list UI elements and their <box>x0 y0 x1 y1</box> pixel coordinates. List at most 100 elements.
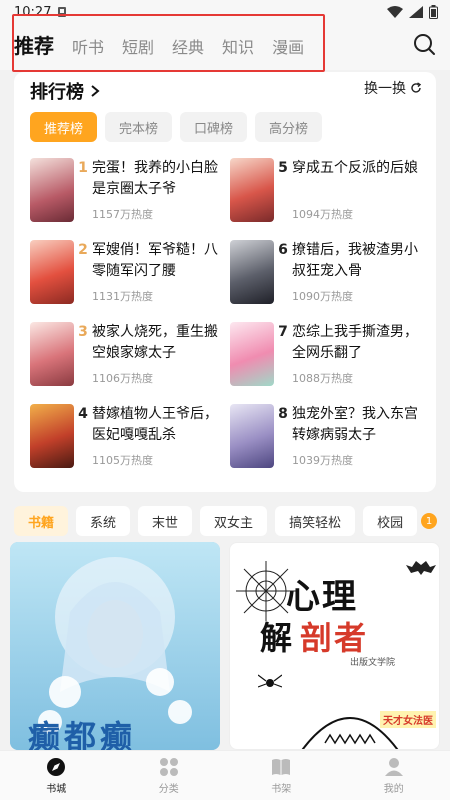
tab-recommend[interactable]: 推荐 <box>14 30 54 59</box>
ranking-title[interactable]: 排行榜 <box>30 78 100 104</box>
book-title: 恋综上我手撕渣男，全网乐翻了 <box>292 324 418 361</box>
book-info: 被家人烧死，重生搬空娘家嫁太子 1106万热度 <box>92 322 224 386</box>
book-item[interactable]: 1 完蛋！我养的小白脸是京圈太子爷 1157万热度 <box>30 158 230 222</box>
book-info: 独宠外室？我入东宫转嫁病弱太子 1039万热度 <box>292 404 424 468</box>
book-info: 撩错后，我被渣男小叔狂宠入骨 1090万热度 <box>292 240 424 304</box>
book-rank: 5 <box>278 160 288 176</box>
book-rank: 1 <box>78 160 88 176</box>
tab-comics[interactable]: 漫画 <box>272 34 304 58</box>
rank-tab-reputation[interactable]: 口碑榜 <box>180 112 248 142</box>
book-heat: 1131万热度 <box>92 290 153 303</box>
book-heat: 1039万热度 <box>292 454 353 467</box>
book-info: 军嫂俏！军爷糙！八零随军闪了腰 1131万热度 <box>92 240 224 304</box>
feed-right-author: 出版文学院 <box>350 658 396 668</box>
bottom-nav-profile[interactable]: 我的 <box>354 757 434 795</box>
book-title: 撩错后，我被渣男小叔狂宠入骨 <box>292 242 418 279</box>
category-badge: 1 <box>421 513 437 529</box>
feed-right-tag: 天才女法医 <box>380 711 436 728</box>
category-chip-system[interactable]: 系统 <box>76 506 131 536</box>
category-row: 书籍 系统 末世 双女主 搞笑轻松 校园 <box>14 506 450 536</box>
category-chip-comedy[interactable]: 搞笑轻松 <box>275 506 356 536</box>
book-cover <box>30 322 74 386</box>
grid-icon <box>159 757 178 776</box>
book-heat: 1157万热度 <box>92 208 153 221</box>
search-icon[interactable] <box>412 32 436 56</box>
tab-audiobook[interactable]: 听书 <box>72 34 104 58</box>
book-cover <box>230 322 274 386</box>
book-list: 1 完蛋！我养的小白脸是京圈太子爷 1157万热度 5 穿成五个反派的后娘 10… <box>30 158 430 468</box>
feed-right-title-c: 剖者 <box>300 619 369 657</box>
bottom-nav-bookstore[interactable]: 书城 <box>16 757 96 795</box>
category-chip-campus[interactable]: 校园 <box>363 506 418 536</box>
bottom-nav-bookshelf[interactable]: 书架 <box>241 757 321 795</box>
ranking-title-label: 排行榜 <box>30 82 84 103</box>
book-heat: 1090万热度 <box>292 290 353 303</box>
tab-knowledge[interactable]: 知识 <box>222 34 254 58</box>
feed-card[interactable]: 癫都癫 <box>10 542 220 750</box>
battery-icon <box>429 5 438 19</box>
bottom-nav-category[interactable]: 分类 <box>129 757 209 795</box>
feed-cover-text: 癫都癫 <box>28 718 137 750</box>
top-nav: 推荐 听书 短剧 经典 知识 漫画 <box>0 14 450 72</box>
user-icon <box>384 757 403 776</box>
ranking-card: 排行榜 换一换 推荐榜 完本榜 口碑榜 高分榜 1 完蛋！我养的小白脸是京圈太子… <box>14 72 436 492</box>
rank-tab-finished[interactable]: 完本榜 <box>105 112 173 142</box>
bottom-nav: 书城 分类 书架 我的 <box>0 750 450 800</box>
rank-tab-high-score[interactable]: 高分榜 <box>255 112 323 142</box>
book-info: 恋综上我手撕渣男，全网乐翻了 1088万热度 <box>292 322 424 386</box>
refresh-icon <box>411 82 422 93</box>
feed: 癫都癫 心理 解 剖者 出版文学院 天才女法医 <box>10 542 440 750</box>
rank-tab-recommend[interactable]: 推荐榜 <box>30 112 98 142</box>
book-heat: 1088万热度 <box>292 372 353 385</box>
book-heat: 1106万热度 <box>92 372 153 385</box>
category-chip-books[interactable]: 书籍 <box>14 506 69 536</box>
book-rank: 6 <box>278 242 288 258</box>
book-item[interactable]: 7 恋综上我手撕渣男，全网乐翻了 1088万热度 <box>230 322 430 386</box>
tab-short-drama[interactable]: 短剧 <box>122 34 154 58</box>
ranking-tabs: 推荐榜 完本榜 口碑榜 高分榜 <box>30 112 323 142</box>
bottom-nav-label: 我的 <box>383 783 404 795</box>
book-cover <box>30 240 74 304</box>
category-chip-dual-heroine[interactable]: 双女主 <box>200 506 268 536</box>
book-title: 穿成五个反派的后娘 <box>292 160 418 176</box>
refresh-label: 换一换 <box>364 81 406 97</box>
wifi-icon <box>387 6 403 18</box>
book-item[interactable]: 5 穿成五个反派的后娘 1094万热度 <box>230 158 430 222</box>
book-item[interactable]: 2 军嫂俏！军爷糙！八零随军闪了腰 1131万热度 <box>30 240 230 304</box>
book-item[interactable]: 6 撩错后，我被渣男小叔狂宠入骨 1090万热度 <box>230 240 430 304</box>
book-info: 替嫁植物人王爷后，医妃嘎嘎乱杀 1105万热度 <box>92 404 224 468</box>
refresh-button[interactable]: 换一换 <box>364 78 422 98</box>
book-title: 独宠外室？我入东宫转嫁病弱太子 <box>292 406 418 443</box>
book-item[interactable]: 4 替嫁植物人王爷后，医妃嘎嘎乱杀 1105万热度 <box>30 404 230 468</box>
feed-right-title-a: 心理 <box>286 577 358 617</box>
book-info: 穿成五个反派的后娘 1094万热度 <box>292 158 424 222</box>
tab-classic[interactable]: 经典 <box>172 34 204 58</box>
nav-tabs: 推荐 听书 短剧 经典 知识 漫画 <box>14 30 304 59</box>
book-rank: 7 <box>278 324 288 340</box>
book-icon <box>272 758 291 775</box>
book-heat: 1094万热度 <box>292 208 353 221</box>
book-item[interactable]: 8 独宠外室？我入东宫转嫁病弱太子 1039万热度 <box>230 404 430 468</box>
book-cover <box>30 404 74 468</box>
bottom-nav-label: 书城 <box>46 783 67 795</box>
book-cover <box>230 240 274 304</box>
signal-icon <box>409 6 423 18</box>
book-title: 被家人烧死，重生搬空娘家嫁太子 <box>92 324 218 361</box>
book-info: 完蛋！我养的小白脸是京圈太子爷 1157万热度 <box>92 158 224 222</box>
book-heat: 1105万热度 <box>92 454 153 467</box>
compass-icon <box>47 757 66 776</box>
book-item[interactable]: 3 被家人烧死，重生搬空娘家嫁太子 1106万热度 <box>30 322 230 386</box>
category-chip-apocalypse[interactable]: 末世 <box>138 506 193 536</box>
status-right <box>387 5 438 19</box>
book-rank: 2 <box>78 242 88 258</box>
book-rank: 3 <box>78 324 88 340</box>
feed-card[interactable]: 心理 解 剖者 出版文学院 天才女法医 <box>229 542 440 750</box>
book-title: 完蛋！我养的小白脸是京圈太子爷 <box>92 160 218 197</box>
bat-icon <box>406 561 436 575</box>
feed-right-title-b: 解 <box>260 619 293 657</box>
chevron-right-icon <box>91 85 100 97</box>
spider-icon <box>258 674 282 688</box>
book-rank: 8 <box>278 406 288 422</box>
book-title: 替嫁植物人王爷后，医妃嘎嘎乱杀 <box>92 406 218 443</box>
book-rank: 4 <box>78 406 88 422</box>
